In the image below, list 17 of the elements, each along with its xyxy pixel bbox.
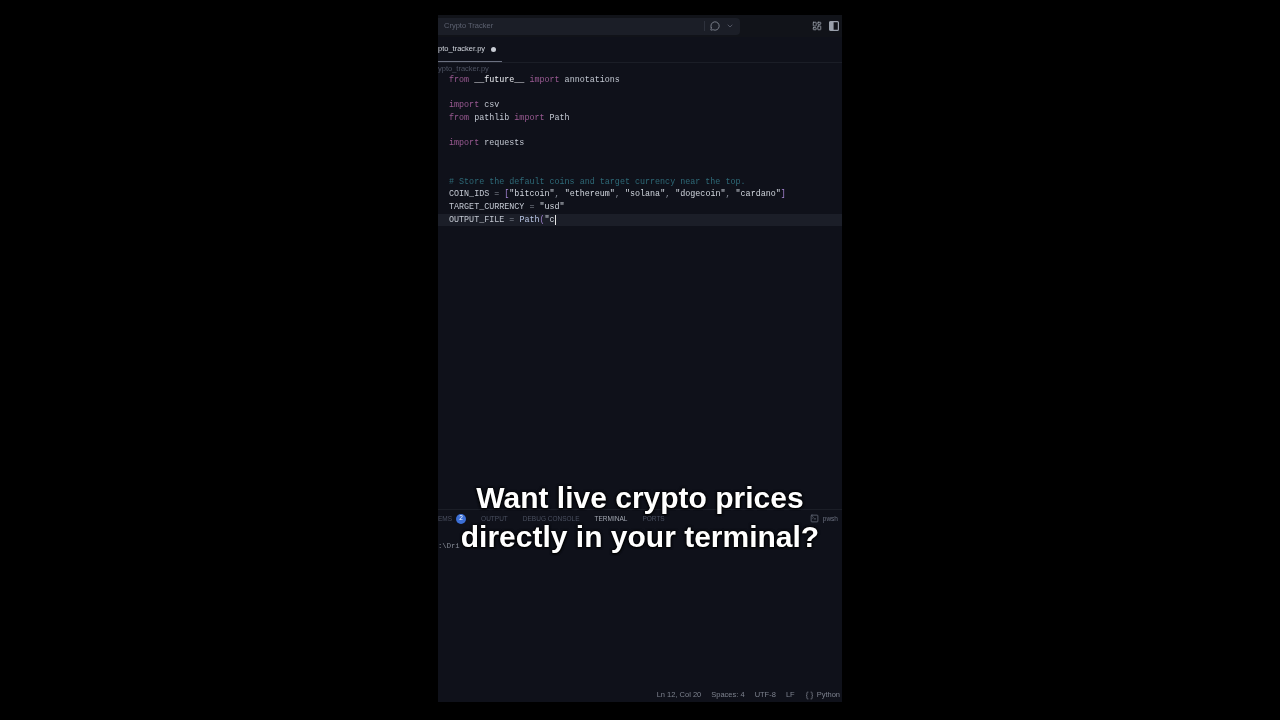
terminal-icon[interactable] [809,514,819,523]
layout-icon[interactable] [812,21,822,31]
code-line: COIN_IDS = ["bitcoin", "ethereum", "solana", "dogecoin", "cardano"] [449,188,786,201]
code-line: OUTPUT_FILE = Path("c [449,213,555,227]
sidebar-icon[interactable] [829,21,839,31]
code-line: from pathlib import Path [449,112,570,125]
code-line: import csv [449,99,500,113]
caption-line: Want live crypto prices [476,483,804,513]
caption-line: directly in your terminal? [460,522,820,552]
text-cursor [554,214,556,225]
chat-icon[interactable] [710,21,720,31]
chevron-down-icon[interactable] [726,22,734,30]
code-line: TARGET_CURRENCY = "usd" [449,200,565,214]
code-line: from __future__ import annotations [449,74,620,87]
braces-icon[interactable] [804,690,814,700]
code-line: # Store the default coins and target currency near the top. [449,175,746,189]
code-line: import requests [449,137,525,151]
